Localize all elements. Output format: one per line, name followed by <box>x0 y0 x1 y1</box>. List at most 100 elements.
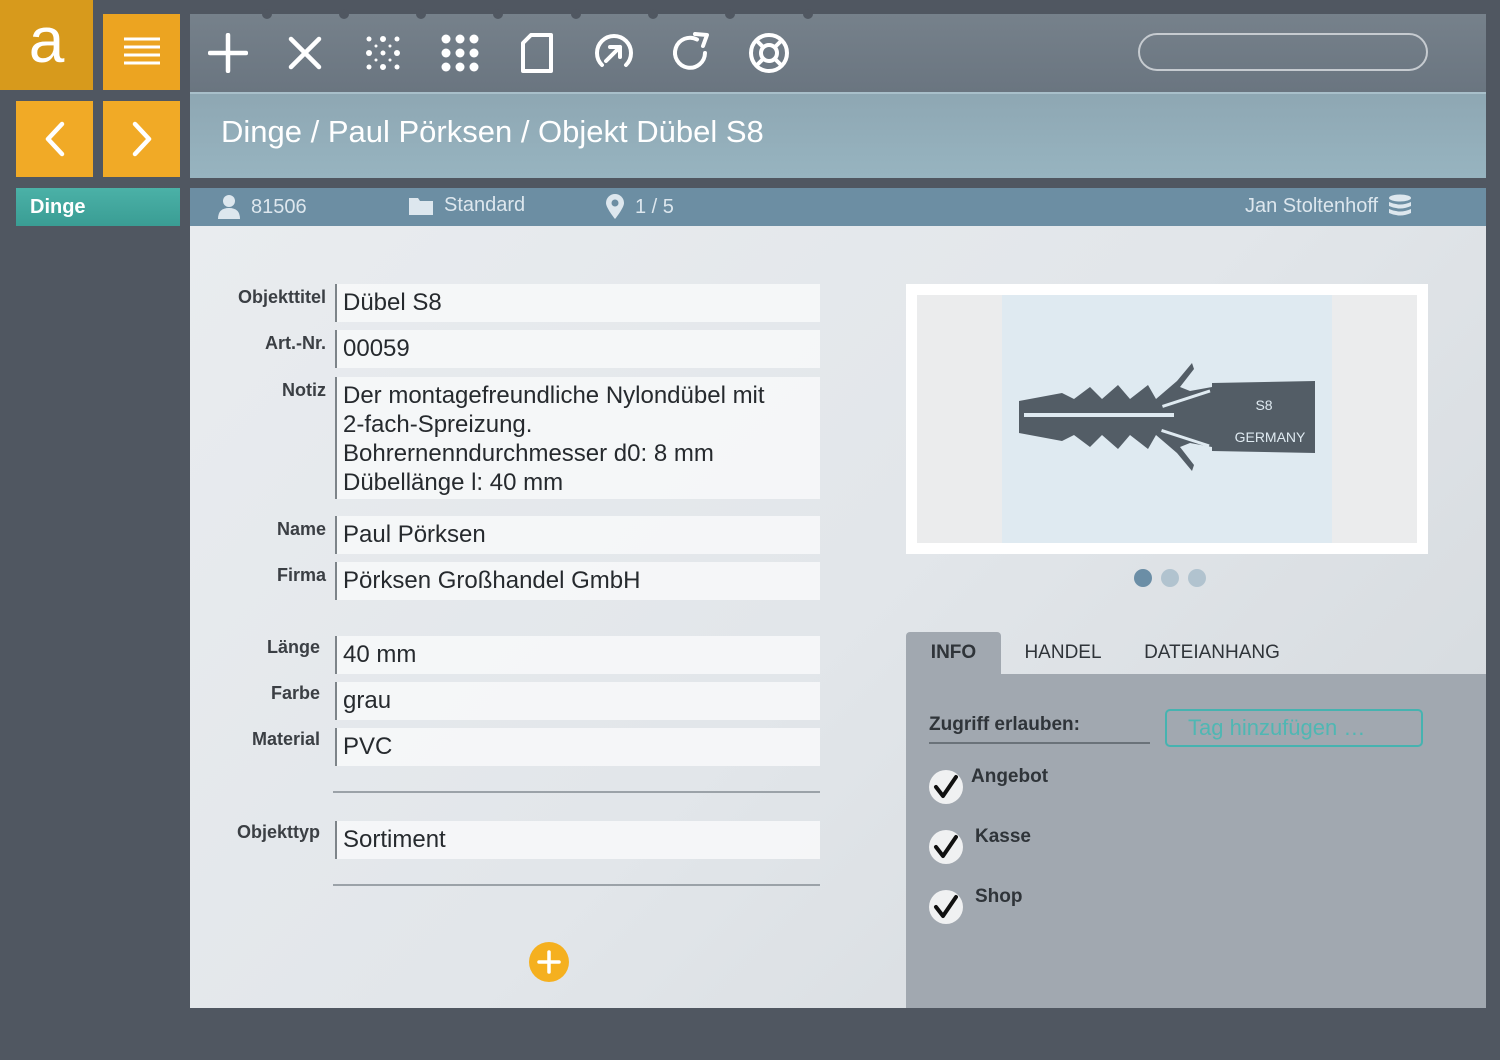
checkbox[interactable] <box>929 770 963 804</box>
field-artnr[interactable]: 00059 <box>335 330 820 368</box>
field-objekttitel[interactable]: Dübel S8 <box>335 284 820 322</box>
notiz-line: Dübellänge l: 40 mm <box>343 469 564 496</box>
previous-button[interactable] <box>16 101 93 177</box>
lifebuoy-icon <box>749 33 789 73</box>
field-objekttyp[interactable]: Sortiment <box>335 821 820 859</box>
wall-plug-illustration: S8 GERMANY <box>1019 363 1315 471</box>
field-material[interactable]: PVC <box>335 728 820 766</box>
record-position: 1 / 5 <box>605 194 674 220</box>
breadcrumb-bar: Dinge / Paul Pörksen / Objekt Dübel S8 <box>190 92 1486 178</box>
field-farbe[interactable]: grau <box>335 682 820 720</box>
field-label-laenge: Länge <box>266 637 320 657</box>
search-input[interactable] <box>1138 33 1428 71</box>
add-field-button[interactable] <box>529 942 569 982</box>
check-label: Kasse <box>975 826 1031 847</box>
notiz-line: Bohrernenndurchmesser d0: 8 mm <box>343 440 714 467</box>
checkmark-icon <box>934 835 958 858</box>
product-image: S8 GERMANY <box>917 295 1417 543</box>
field-label-notiz: Notiz <box>282 380 326 400</box>
toolbar-divider-dot <box>262 9 272 19</box>
logo-letter: a <box>28 4 65 76</box>
record-id: 81506 <box>217 194 307 220</box>
add-button[interactable] <box>203 28 253 78</box>
product-photo: S8 GERMANY <box>1002 295 1332 543</box>
access-check-kasse[interactable]: Kasse <box>929 826 1031 864</box>
field-label-objekttitel: Objekttitel <box>237 287 326 307</box>
share-arrow-icon <box>595 33 633 67</box>
refresh-icon <box>673 32 709 70</box>
record-owner-name: Jan Stoltenhoff <box>1245 194 1379 217</box>
next-button[interactable] <box>103 101 180 177</box>
product-image-frame[interactable]: S8 GERMANY <box>906 284 1428 554</box>
checkmark-icon <box>934 895 958 918</box>
toolbar-divider-dot <box>339 9 349 19</box>
user-icon <box>218 195 240 219</box>
hamburger-menu-icon <box>123 37 160 65</box>
record-info-bar: 81506 Standard 1 / 5 Jan Stoltenhoff <box>190 188 1486 226</box>
carousel-dot[interactable] <box>1161 569 1179 587</box>
chevron-left-icon <box>45 121 64 157</box>
section-divider <box>333 791 820 793</box>
check-label: Shop <box>975 886 1023 907</box>
field-label-objekttyp: Objekttyp <box>236 822 320 842</box>
tab-dateianhang[interactable]: DATEIANHANG <box>1134 632 1290 674</box>
chevron-right-icon <box>132 121 151 157</box>
sidebar-item-label: Dinge <box>30 196 86 218</box>
toolbar-divider-dot <box>648 9 658 19</box>
database-icon <box>1389 194 1412 216</box>
field-label-name: Name <box>276 519 326 539</box>
location-pin-icon <box>606 194 624 219</box>
access-label: Zugriff erlauben: <box>929 714 1150 744</box>
record-folder-value: Standard <box>444 194 526 216</box>
toolbar-divider-dot <box>571 9 581 19</box>
toolbar-divider-dot <box>493 9 503 19</box>
section-divider <box>333 884 820 886</box>
dotted-grid-icon <box>366 36 400 70</box>
field-label-firma: Firma <box>276 565 326 585</box>
field-notiz[interactable]: Der montagefreundliche Nylondübel mit 2-… <box>335 377 820 499</box>
notiz-line: 2-fach-Spreizung. <box>343 411 533 438</box>
access-check-shop[interactable]: Shop <box>929 886 1023 924</box>
close-icon <box>288 36 322 70</box>
share-button[interactable] <box>589 28 639 78</box>
help-button[interactable] <box>744 28 794 78</box>
delete-button[interactable] <box>280 28 330 78</box>
field-name[interactable]: Paul Pörksen <box>335 516 820 554</box>
document-icon <box>521 33 553 73</box>
record-folder: Standard <box>408 194 525 217</box>
checkbox[interactable] <box>929 890 963 924</box>
toolbar-divider-dot <box>416 9 426 19</box>
field-label-farbe: Farbe <box>270 683 320 703</box>
folder-icon <box>409 197 433 215</box>
access-check-angebot[interactable]: Angebot <box>929 766 1048 804</box>
grid-sparse-button[interactable] <box>358 28 408 78</box>
toolbar <box>190 9 1486 92</box>
breadcrumb: Dinge / Paul Pörksen / Objekt Dübel S8 <box>221 114 764 149</box>
tab-handel[interactable]: HANDEL <box>1008 632 1118 674</box>
checkmark-icon <box>934 775 958 798</box>
record-owner[interactable]: Jan Stoltenhoff <box>1245 194 1412 218</box>
info-tab-panel: Zugriff erlauben: Angebot Kasse <box>906 674 1486 1008</box>
grid-view-button[interactable] <box>435 28 485 78</box>
field-firma[interactable]: Pörksen Großhandel GmbH <box>335 562 820 600</box>
tab-info[interactable]: INFO <box>906 632 1001 674</box>
plus-icon <box>208 33 248 73</box>
toolbar-divider-dot <box>725 9 735 19</box>
app-logo[interactable]: a <box>0 0 93 90</box>
record-detail-panel: Objekttitel Dübel S8 Art.-Nr. 00059 Noti… <box>190 226 1486 1008</box>
menu-button[interactable] <box>103 14 180 90</box>
sidebar-item-dinge[interactable]: Dinge <box>16 188 180 226</box>
document-button[interactable] <box>512 28 562 78</box>
plug-text-top: S8 <box>1255 397 1272 413</box>
carousel-dot[interactable] <box>1188 569 1206 587</box>
field-label-artnr: Art.-Nr. <box>264 333 326 353</box>
checkbox[interactable] <box>929 830 963 864</box>
record-id-value: 81506 <box>251 195 307 218</box>
grid-icon <box>441 34 479 72</box>
add-tag-input[interactable] <box>1165 709 1423 747</box>
notiz-line: Der montagefreundliche Nylondübel mit <box>343 382 765 409</box>
plus-icon <box>537 950 561 974</box>
refresh-button[interactable] <box>666 28 716 78</box>
field-laenge[interactable]: 40 mm <box>335 636 820 674</box>
carousel-dot-active[interactable] <box>1134 569 1152 587</box>
